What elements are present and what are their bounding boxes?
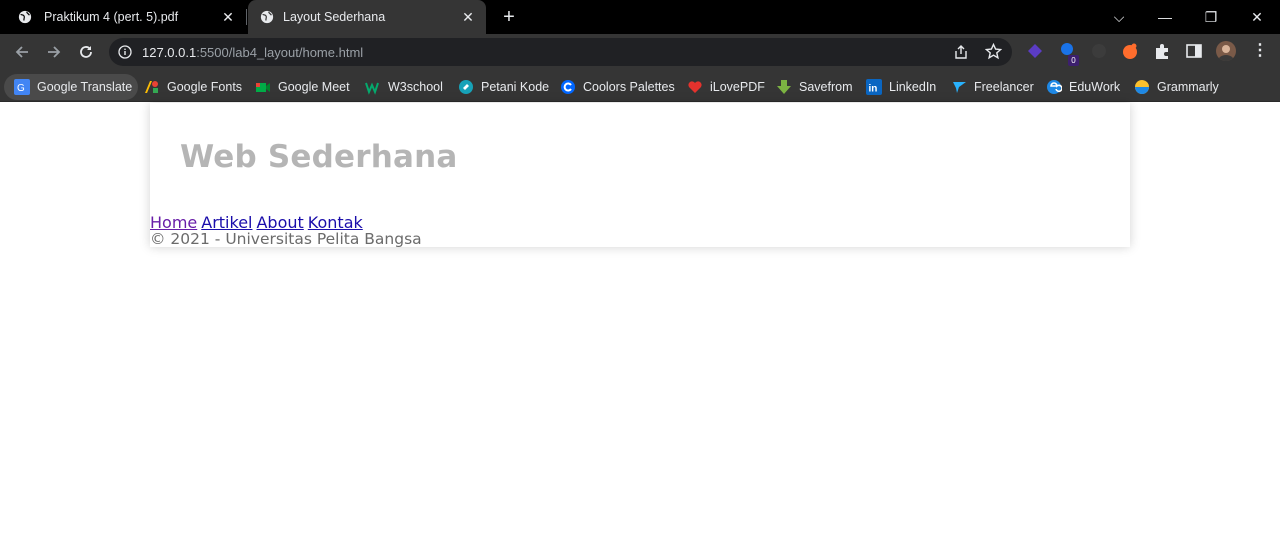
- minimize-button[interactable]: —: [1154, 6, 1176, 28]
- tab-title: Praktikum 4 (pert. 5).pdf: [44, 10, 179, 24]
- address-bar[interactable]: 127.0.0.1:5500/lab4_layout/home.html: [109, 38, 1012, 66]
- bookmark-grammarly[interactable]: Grammarly: [1134, 74, 1219, 100]
- extension-badge: 0: [1068, 55, 1079, 66]
- linkedin-icon: in: [866, 79, 882, 95]
- more-menu-icon[interactable]: ⋮: [1252, 42, 1268, 60]
- url-path: :5500/lab4_layout/home.html: [196, 45, 364, 60]
- reload-icon[interactable]: [76, 42, 96, 62]
- bookmark-label: EduWork: [1069, 80, 1121, 94]
- person-icon: [1218, 45, 1234, 61]
- site-info-icon[interactable]: [118, 45, 132, 59]
- freelancer-icon: [953, 82, 966, 93]
- extension-diamond-icon[interactable]: [1026, 42, 1044, 60]
- url-text[interactable]: 127.0.0.1:5500/lab4_layout/home.html: [142, 45, 363, 60]
- extension-disabled-icon[interactable]: [1090, 42, 1108, 60]
- puzzle-extensions-icon[interactable]: [1153, 42, 1171, 60]
- w3school-icon: [365, 82, 379, 95]
- google-translate-icon: G: [14, 79, 30, 95]
- site-title: Web Sederhana: [180, 139, 458, 175]
- restore-button[interactable]: ❐: [1200, 6, 1222, 28]
- tab-title: Layout Sederhana: [283, 10, 386, 24]
- svg-text:in: in: [869, 84, 878, 95]
- bookmark-eduwork[interactable]: EduWork: [1046, 74, 1120, 100]
- bookmark-label: LinkedIn: [889, 80, 937, 94]
- bookmark-star-icon[interactable]: [985, 43, 1002, 60]
- grammarly-icon: [1135, 80, 1149, 94]
- bookmark-coolors[interactable]: Coolors Palettes: [560, 74, 675, 100]
- heart-icon: [688, 81, 702, 93]
- url-host: 127.0.0.1: [142, 45, 197, 60]
- close-tab-icon[interactable]: ✕: [460, 9, 476, 25]
- globe-icon: [260, 10, 274, 24]
- bookmark-label: Freelancer: [974, 80, 1034, 94]
- bookmark-google-meet[interactable]: Google Meet: [255, 74, 350, 100]
- share-icon[interactable]: [953, 44, 969, 60]
- new-tab-button[interactable]: +: [500, 7, 518, 27]
- bookmark-label: W3school: [388, 80, 443, 94]
- bookmark-freelancer[interactable]: Freelancer: [951, 74, 1034, 100]
- bookmark-google-fonts[interactable]: Google Fonts: [144, 74, 242, 100]
- page-container: Web Sederhana Home Artikel About Kontak © 2…: [150, 103, 1130, 248]
- bookmarks-bar: G Google Translate Google Fonts Google M…: [0, 70, 1280, 102]
- download-arrow-icon: [777, 80, 791, 94]
- page-viewport: Web Sederhana Home Artikel About Kontak © 2…: [0, 103, 1280, 542]
- bookmark-label: Petani Kode: [481, 80, 550, 94]
- bookmark-label: Coolors Palettes: [583, 80, 675, 94]
- tab-layout-sederhana[interactable]: Layout Sederhana ✕: [248, 0, 486, 34]
- bookmark-savefrom[interactable]: Savefrom: [776, 74, 853, 100]
- bookmark-google-translate[interactable]: G Google Translate: [4, 74, 139, 100]
- tab-separator: [246, 9, 247, 25]
- bookmark-label: Savefrom: [799, 80, 853, 94]
- globe-icon: [18, 10, 32, 24]
- coolors-icon: [561, 80, 575, 94]
- close-tab-icon[interactable]: ✕: [220, 9, 236, 25]
- eduwork-icon: [1047, 80, 1062, 94]
- page-footer: © 2021 - Universitas Pelita Bangsa: [150, 230, 422, 248]
- bookmark-label: Google Meet: [278, 80, 350, 94]
- svg-text:G: G: [17, 83, 25, 94]
- google-fonts-icon: [145, 81, 158, 93]
- tab-pdf[interactable]: Praktikum 4 (pert. 5).pdf ✕: [0, 0, 246, 34]
- bookmark-linkedin[interactable]: in LinkedIn: [866, 74, 936, 100]
- bookmark-label: Google Translate: [37, 80, 133, 94]
- tab-search-chevron-icon[interactable]: ⌵: [1108, 6, 1130, 28]
- bookmark-label: iLovePDF: [710, 80, 765, 94]
- tab-strip: Praktikum 4 (pert. 5).pdf ✕ Layout Seder…: [0, 0, 1280, 34]
- forward-arrow-icon[interactable]: [44, 42, 64, 62]
- bookmark-ilovepdf[interactable]: iLovePDF: [687, 74, 765, 100]
- window-close-button[interactable]: ✕: [1246, 6, 1268, 28]
- bookmark-label: Grammarly: [1157, 80, 1219, 94]
- google-meet-icon: [256, 83, 270, 92]
- extension-orange-icon[interactable]: [1121, 42, 1139, 60]
- side-panel-icon[interactable]: [1185, 42, 1203, 60]
- browser-toolbar: 127.0.0.1:5500/lab4_layout/home.html: [0, 34, 1280, 70]
- bookmark-label: Google Fonts: [167, 80, 243, 94]
- bookmark-petani-kode[interactable]: Petani Kode: [458, 74, 549, 100]
- back-arrow-icon[interactable]: [12, 42, 32, 62]
- petani-kode-icon: [459, 80, 473, 94]
- profile-avatar[interactable]: [1216, 41, 1236, 61]
- bookmark-w3school[interactable]: W3school: [365, 74, 443, 100]
